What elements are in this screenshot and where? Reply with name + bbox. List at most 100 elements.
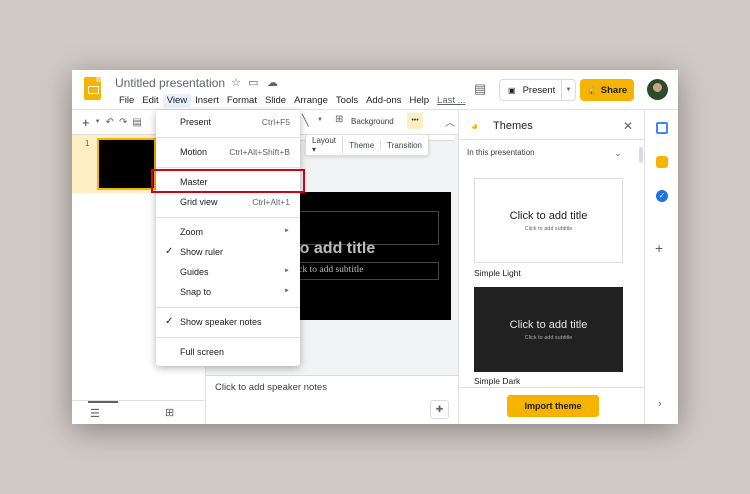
menu-item-motion[interactable]: Motion Ctrl+Alt+Shift+B: [156, 142, 300, 162]
lock-icon: 🔒: [586, 85, 597, 95]
themes-title: Themes: [493, 120, 533, 132]
theme-card-subtitle: Click to add subtitle: [524, 334, 573, 341]
submenu-arrow-icon: ►: [284, 228, 290, 234]
present-dropdown-icon[interactable]: ▼: [561, 80, 575, 100]
speaker-notes[interactable]: Click to add speaker notes ✚: [206, 375, 458, 424]
menu-item-show-ruler[interactable]: ✓ Show ruler: [156, 242, 300, 262]
present-label: Present: [522, 84, 556, 96]
highlight-box: [151, 169, 305, 193]
menu-divider: [156, 217, 300, 218]
menu-item-label: Present: [180, 117, 212, 127]
menu-item-present[interactable]: Present Ctrl+F5: [156, 112, 300, 132]
menu-item-shortcut: Ctrl+Alt+1: [252, 197, 290, 207]
menu-slide[interactable]: Slide: [261, 94, 290, 107]
menu-view[interactable]: View: [162, 94, 192, 107]
slide-number: 1: [85, 139, 90, 148]
redo-icon[interactable]: ↷: [119, 117, 127, 128]
themes-panel: ◕ Themes ✕ In this presentation ⌄ Click …: [458, 110, 645, 424]
menu-item-snap-to[interactable]: Snap to ►: [156, 282, 300, 302]
app-window: Untitled presentation ☆ ▭ ☁ File Edit Vi…: [72, 70, 678, 424]
menu-file[interactable]: File: [115, 94, 138, 107]
add-addon-icon[interactable]: +: [655, 240, 663, 256]
submenu-arrow-icon: ►: [284, 288, 290, 294]
slides-logo-icon[interactable]: [84, 77, 101, 100]
new-slide-dropdown-icon[interactable]: ▼: [95, 119, 101, 125]
cloud-icon: ☁: [267, 77, 278, 89]
star-icon[interactable]: ☆: [231, 76, 241, 89]
menu-bar: File Edit View Insert Format Slide Arran…: [115, 94, 470, 107]
menu-item-label: Zoom: [180, 227, 204, 237]
close-icon[interactable]: ✕: [623, 119, 633, 133]
present-button-group: ▣ Present ▼: [499, 79, 576, 101]
theme-name: Simple Light: [474, 268, 521, 278]
menu-edit[interactable]: Edit: [138, 94, 162, 107]
keep-icon[interactable]: [656, 156, 668, 168]
comment-add-icon[interactable]: ⊞: [335, 114, 343, 125]
calendar-icon[interactable]: [656, 122, 668, 134]
slide-thumbnail[interactable]: [97, 138, 156, 190]
document-title[interactable]: Untitled presentation: [115, 76, 225, 90]
menu-tools[interactable]: Tools: [332, 94, 362, 107]
transition-button[interactable]: Transition: [381, 141, 428, 150]
layout-button[interactable]: Layout ▾: [306, 136, 344, 154]
line-icon[interactable]: ╲: [302, 114, 309, 127]
menu-arrange[interactable]: Arrange: [290, 94, 332, 107]
menu-addons[interactable]: Add-ons: [362, 94, 405, 107]
theme-button[interactable]: Theme: [343, 140, 382, 150]
active-view-indicator: [88, 401, 118, 403]
tasks-icon[interactable]: ✓: [656, 190, 668, 202]
print-icon[interactable]: ▤: [132, 117, 141, 128]
more-options-button[interactable]: •••: [407, 113, 423, 129]
menu-item-show-speaker-notes[interactable]: ✓ Show speaker notes: [156, 312, 300, 332]
comment-icon[interactable]: ▤: [474, 81, 486, 97]
slide[interactable]: k to add title lick to add subtitle: [297, 192, 451, 320]
share-button[interactable]: 🔒 Share: [580, 79, 634, 101]
slide-title[interactable]: k to add title: [297, 240, 375, 258]
theme-card-title: Click to add title: [509, 209, 588, 222]
chevron-down-icon[interactable]: ⌄: [614, 148, 622, 159]
themes-header: ◕ Themes ✕: [459, 110, 645, 140]
present-button[interactable]: ▣ Present: [500, 80, 561, 100]
theme-card-simple-light[interactable]: Click to add title Click to add subtitle: [474, 178, 623, 263]
expand-panel-icon[interactable]: ›: [658, 398, 662, 410]
menu-item-label: Guides: [180, 267, 209, 277]
undo-icon[interactable]: ↶: [106, 117, 114, 128]
theme-name: Simple Dark: [474, 376, 521, 386]
menu-item-label: Show speaker notes: [180, 317, 262, 327]
menu-item-shortcut: Ctrl+Alt+Shift+B: [229, 147, 290, 157]
theme-card-simple-dark[interactable]: Click to add title Click to add subtitle: [474, 287, 623, 372]
filmstrip-view-icon[interactable]: ☰: [90, 407, 100, 420]
menu-insert[interactable]: Insert: [191, 94, 223, 107]
line-dropdown-icon[interactable]: ▼: [317, 117, 323, 123]
avatar[interactable]: [647, 79, 668, 100]
background-button[interactable]: Background: [351, 117, 394, 126]
slide-subtitle[interactable]: lick to add subtitle: [297, 265, 363, 275]
collapse-icon[interactable]: ︿: [445, 114, 455, 129]
menu-item-label: Show ruler: [180, 247, 224, 257]
explore-icon[interactable]: ✚: [430, 400, 449, 419]
menu-item-label: Motion: [180, 147, 208, 157]
menu-item-full-screen[interactable]: Full screen: [156, 342, 300, 362]
themes-footer: Import theme: [459, 387, 645, 424]
menu-help[interactable]: Help: [405, 94, 433, 107]
menu-item-zoom[interactable]: Zoom ►: [156, 222, 300, 242]
themes-scrollbar[interactable]: [639, 147, 643, 163]
menu-format[interactable]: Format: [223, 94, 261, 107]
menu-item-shortcut: Ctrl+F5: [261, 117, 290, 127]
view-menu-dropdown: Present Ctrl+F5 Motion Ctrl+Alt+Shift+B …: [156, 110, 300, 366]
check-icon: ✓: [165, 316, 174, 327]
new-slide-icon[interactable]: +: [82, 115, 90, 130]
menu-divider: [156, 307, 300, 308]
import-theme-button[interactable]: Import theme: [507, 395, 599, 417]
share-label: Share: [600, 84, 628, 96]
grid-view-icon[interactable]: ⊞: [165, 406, 174, 419]
layout-label: Layout: [312, 136, 337, 145]
menu-divider: [156, 337, 300, 338]
notes-placeholder[interactable]: Click to add speaker notes: [215, 382, 327, 393]
slide-subtoolbar: Layout ▾ Theme Transition: [305, 134, 429, 156]
folder-icon[interactable]: ▭: [248, 76, 258, 89]
theme-source-select[interactable]: In this presentation: [467, 148, 535, 157]
menu-item-guides[interactable]: Guides ►: [156, 262, 300, 282]
last-edit-link[interactable]: Last ...: [433, 94, 470, 107]
menu-item-grid-view[interactable]: Grid view Ctrl+Alt+1: [156, 192, 300, 212]
